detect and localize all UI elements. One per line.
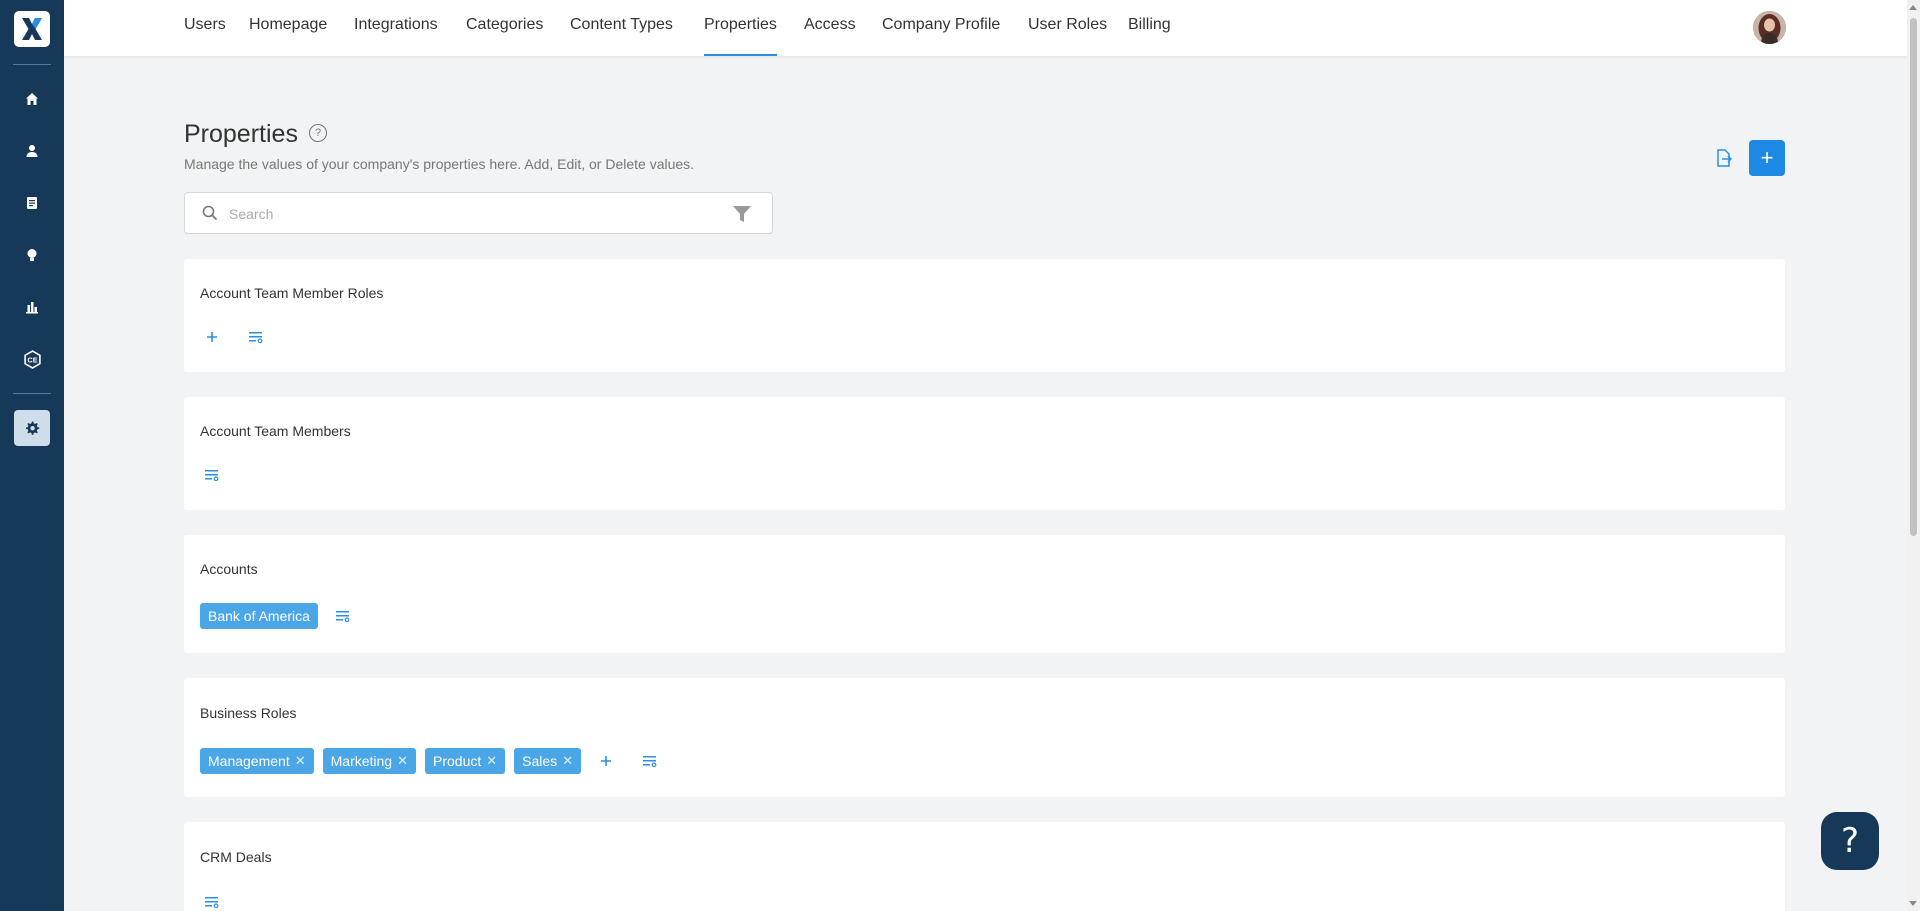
search-icon [202, 205, 218, 221]
sidebar-item-ideas[interactable] [14, 237, 50, 273]
tab-access[interactable]: Access [804, 16, 856, 56]
filter-icon[interactable] [732, 204, 752, 224]
value-chip[interactable]: Bank of America [200, 603, 318, 629]
page-title: Properties [184, 120, 298, 148]
property-values [200, 325, 268, 349]
tab-user-roles[interactable]: User Roles [1028, 16, 1107, 56]
chip-label: Marketing [330, 753, 393, 769]
document-icon [27, 197, 37, 209]
property-values [200, 890, 224, 911]
property-values [200, 463, 224, 487]
avatar[interactable] [1753, 11, 1786, 44]
export-icon [1717, 149, 1732, 167]
property-title: Accounts [200, 561, 258, 577]
add-value-button[interactable] [594, 749, 618, 773]
plus-icon [601, 756, 612, 766]
manage-values-button[interactable] [244, 325, 268, 349]
property-card: Account Team Member Roles [184, 259, 1785, 372]
tab-integrations[interactable]: Integrations [354, 16, 438, 56]
remove-chip-icon[interactable]: ✕ [486, 753, 497, 769]
property-title: CRM Deals [200, 849, 272, 865]
chip-label: Product [433, 753, 482, 769]
sidebar-item-home[interactable] [14, 81, 50, 117]
top-nav: Users Homepage Integrations Categories C… [64, 0, 1907, 56]
tab-categories[interactable]: Categories [466, 16, 543, 56]
property-card: Business Roles Management ✕ Marketing ✕ Pr… [184, 678, 1785, 797]
tab-homepage[interactable]: Homepage [249, 16, 327, 56]
user-icon [26, 145, 38, 157]
scroll-down-arrow-icon[interactable] [1909, 901, 1917, 906]
remove-chip-icon[interactable]: ✕ [562, 753, 573, 769]
tab-company-profile[interactable]: Company Profile [882, 16, 1000, 56]
sidebar-item-content[interactable] [14, 185, 50, 221]
manage-values-button[interactable] [638, 749, 662, 773]
property-title: Account Team Member Roles [200, 285, 384, 301]
sidebar-item-ce[interactable]: CE [14, 341, 50, 377]
property-card: Accounts Bank of America [184, 535, 1785, 653]
scrollbar[interactable] [1907, 0, 1920, 911]
manage-values-button[interactable] [331, 604, 355, 628]
tab-properties[interactable]: Properties [704, 16, 777, 56]
value-chip[interactable]: Marketing ✕ [322, 748, 416, 774]
remove-chip-icon[interactable]: ✕ [295, 753, 306, 769]
page-subtitle: Manage the values of your company's prop… [184, 156, 695, 172]
tab-users[interactable]: Users [184, 16, 226, 56]
plus-icon [207, 332, 217, 342]
sidebar-item-users[interactable] [14, 133, 50, 169]
list-settings-icon [643, 756, 657, 767]
ce-badge-icon: CE [23, 349, 41, 369]
list-settings-icon [205, 897, 219, 908]
chart-icon [26, 302, 38, 314]
list-settings-icon [335, 611, 350, 622]
gear-icon [26, 421, 40, 435]
search-input[interactable] [229, 203, 709, 225]
tab-content-types[interactable]: Content Types [570, 16, 673, 56]
search-bar [184, 192, 773, 234]
sidebar-item-analytics[interactable] [14, 289, 50, 325]
sidebar-divider [13, 64, 51, 65]
property-values: Bank of America [200, 603, 355, 629]
svg-text:CE: CE [27, 355, 37, 364]
export-button[interactable] [1712, 146, 1736, 170]
sidebar-item-settings[interactable] [14, 410, 50, 446]
property-title: Business Roles [200, 705, 297, 721]
logo-x-icon [22, 18, 42, 40]
add-value-button[interactable] [200, 325, 224, 349]
value-chip[interactable]: Sales ✕ [514, 748, 582, 774]
sidebar-divider [13, 393, 51, 394]
list-settings-icon [205, 470, 219, 481]
help-chat-button[interactable]: ? [1821, 812, 1879, 870]
user-avatar-icon [1753, 11, 1786, 44]
sidebar: CE [0, 0, 64, 911]
value-chip[interactable]: Product ✕ [425, 748, 506, 774]
chip-label: Sales [522, 753, 558, 769]
add-property-button[interactable]: + [1749, 140, 1785, 176]
property-card: CRM Deals [184, 822, 1785, 911]
value-chip[interactable]: Management ✕ [200, 748, 314, 774]
remove-chip-icon[interactable]: ✕ [397, 753, 408, 769]
property-card: Account Team Members [184, 397, 1785, 510]
list-settings-icon [249, 332, 263, 343]
property-title: Account Team Members [200, 423, 351, 439]
property-values: Management ✕ Marketing ✕ Product ✕ Sales ✕ [200, 748, 662, 774]
manage-values-button[interactable] [200, 463, 224, 487]
scroll-thumb[interactable] [1910, 18, 1917, 536]
lightbulb-icon [27, 249, 37, 261]
manage-values-button[interactable] [200, 890, 224, 911]
tab-billing[interactable]: Billing [1128, 16, 1171, 56]
scroll-up-arrow-icon[interactable] [1909, 5, 1917, 10]
home-icon [26, 93, 38, 105]
chip-label: Bank of America [208, 608, 310, 624]
chip-label: Management [208, 753, 290, 769]
help-icon[interactable]: ? [309, 124, 327, 142]
logo[interactable] [14, 11, 50, 47]
